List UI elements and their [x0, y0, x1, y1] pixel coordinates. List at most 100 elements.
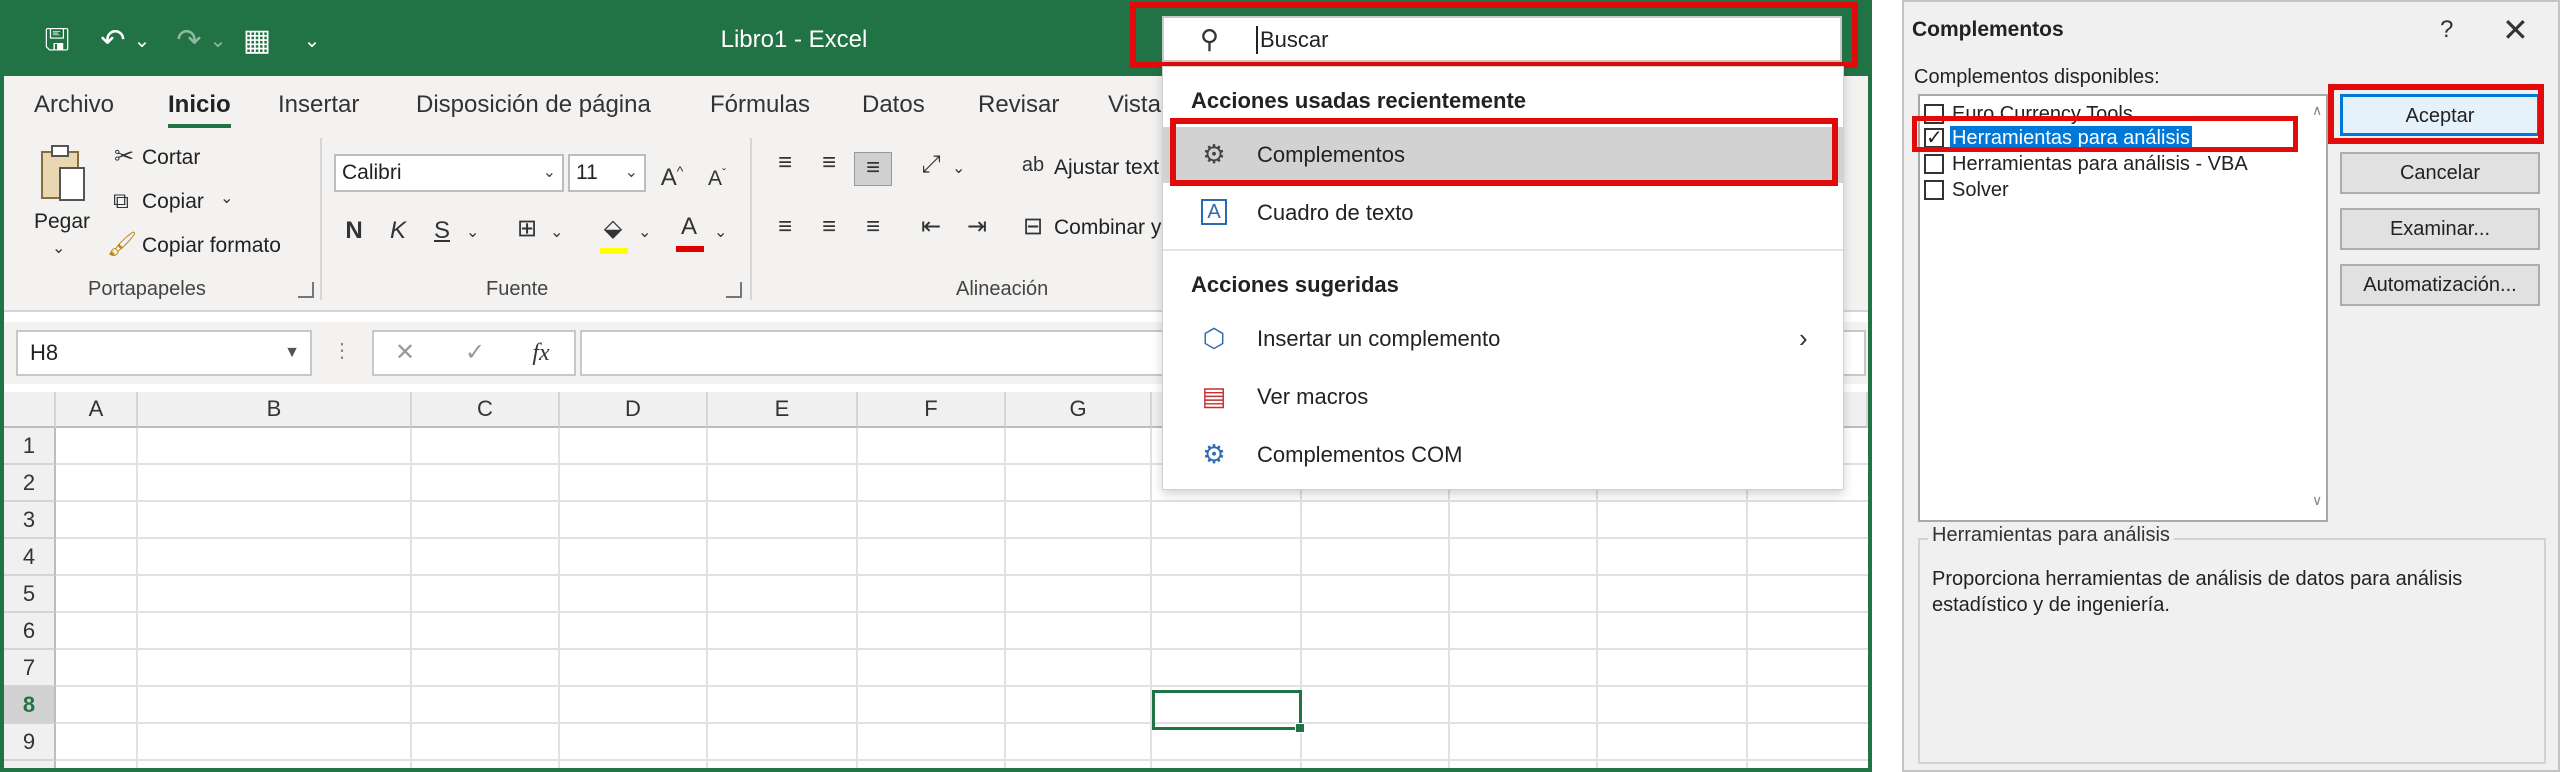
tab-inicio[interactable]: Inicio	[168, 90, 231, 128]
bold-button[interactable]: N	[338, 216, 370, 246]
row-header[interactable]: 2	[4, 465, 56, 502]
column-header[interactable]: B	[138, 392, 412, 428]
paste-dropdown-icon[interactable]: ⌄	[52, 234, 65, 264]
borders-dropdown-icon[interactable]: ⌄	[550, 218, 563, 248]
list-item-highlight-box	[1912, 116, 2298, 152]
align-middle-icon[interactable]: ≡	[812, 148, 846, 178]
tab-datos[interactable]: Datos	[862, 90, 925, 120]
copy-icon[interactable]: ⧉	[104, 186, 138, 216]
font-name-combo[interactable]: Calibri ⌄	[334, 154, 564, 192]
column-header[interactable]: G	[1006, 392, 1152, 428]
underline-button[interactable]: S	[426, 216, 458, 246]
save-icon[interactable]: 🖫	[40, 24, 74, 58]
tab-revisar[interactable]: Revisar	[978, 90, 1059, 120]
redo-dropdown-icon[interactable]: ⌄	[208, 24, 228, 58]
scroll-up-icon[interactable]: ∧	[2312, 102, 2322, 119]
column-header[interactable]: A	[56, 392, 138, 428]
wrap-text-icon[interactable]: ab	[1020, 150, 1046, 180]
browse-button[interactable]: Examinar...	[2340, 208, 2540, 250]
undo-icon[interactable]: ↶	[96, 24, 130, 58]
orientation-icon[interactable]: ⤢	[914, 150, 948, 180]
grid-line	[558, 428, 560, 768]
tab-archivo[interactable]: Archivo	[34, 90, 114, 120]
font-color-dropdown-icon[interactable]: ⌄	[714, 218, 727, 248]
search-result-insertar-complemento[interactable]: ⬡ Insertar un complemento ›	[1163, 311, 1843, 367]
scroll-down-icon[interactable]: ∨	[2312, 492, 2322, 509]
clipboard-launcher-icon[interactable]	[298, 282, 314, 298]
tab-vista[interactable]: Vista	[1108, 90, 1161, 120]
table-icon[interactable]: ▦	[240, 24, 274, 58]
decrease-indent-icon[interactable]: ⇤	[914, 212, 948, 242]
paste-button[interactable]: Pegar	[34, 208, 90, 236]
shrink-font-icon[interactable]: Aˇ	[700, 158, 734, 194]
customize-qat-icon[interactable]: ⌄	[300, 24, 324, 58]
search-result-cuadro-texto[interactable]: A Cuadro de texto	[1163, 185, 1843, 241]
copy-button[interactable]: Copiar	[142, 188, 204, 216]
column-header[interactable]: D	[560, 392, 708, 428]
paste-icon[interactable]	[38, 144, 88, 204]
row-header[interactable]: 10	[4, 761, 56, 768]
row-header[interactable]: 3	[4, 502, 56, 539]
format-painter-icon[interactable]: 🖌	[106, 230, 138, 260]
underline-dropdown-icon[interactable]: ⌄	[466, 218, 479, 248]
row-header[interactable]: 7	[4, 650, 56, 687]
row-header[interactable]: 5	[4, 576, 56, 613]
align-bottom-icon[interactable]: ≡	[854, 152, 892, 186]
column-header[interactable]: F	[858, 392, 1006, 428]
undo-dropdown-icon[interactable]: ⌄	[132, 24, 152, 58]
merge-button[interactable]: Combinar y	[1054, 214, 1161, 242]
select-all-corner[interactable]	[4, 392, 56, 428]
borders-icon[interactable]: ⊞	[510, 214, 544, 244]
enter-formula-icon[interactable]: ✓	[458, 338, 492, 368]
selected-cell-h8[interactable]	[1152, 690, 1305, 733]
tab-formulas[interactable]: Fórmulas	[710, 90, 810, 120]
row-header[interactable]: 6	[4, 613, 56, 650]
copy-dropdown-icon[interactable]: ⌄	[220, 184, 233, 214]
insert-function-icon[interactable]: fx	[524, 338, 558, 368]
list-item[interactable]: Herramientas para análisis - VBA	[1924, 152, 2300, 178]
more-icon: ⋮	[332, 340, 352, 362]
column-header[interactable]: C	[412, 392, 560, 428]
tab-disposicion[interactable]: Disposición de página	[416, 90, 651, 120]
grow-font-icon[interactable]: A^	[654, 156, 690, 193]
orientation-dropdown-icon[interactable]: ⌄	[952, 154, 965, 184]
merge-icon[interactable]: ⊟	[1016, 212, 1050, 242]
row-header[interactable]: 8	[4, 687, 56, 724]
help-icon[interactable]: ?	[2440, 16, 2453, 44]
cut-button[interactable]: Cortar	[142, 144, 200, 172]
row-header[interactable]: 9	[4, 724, 56, 761]
tab-insertar[interactable]: Insertar	[278, 90, 359, 120]
grid-line	[56, 537, 1868, 539]
redo-icon[interactable]: ↷	[172, 24, 206, 58]
name-box[interactable]: H8 ▼	[16, 330, 312, 376]
search-result-ver-macros[interactable]: ▤ Ver macros	[1163, 369, 1843, 425]
list-item[interactable]: Solver	[1924, 178, 2300, 204]
cancel-formula-icon[interactable]: ✕	[388, 338, 422, 368]
dialog-title: Complementos	[1912, 18, 2064, 41]
italic-button[interactable]: K	[382, 216, 414, 246]
fill-color-dropdown-icon[interactable]: ⌄	[638, 218, 651, 248]
row-header[interactable]: 4	[4, 539, 56, 576]
align-left-icon[interactable]: ≡	[768, 212, 802, 242]
font-color-icon[interactable]: A	[672, 212, 706, 254]
cancel-button[interactable]: Cancelar	[2340, 152, 2540, 194]
description-text: Proporciona herramientas de análisis de …	[1932, 568, 2463, 616]
addins-list[interactable]: Euro Currency Tools Herramientas para an…	[1918, 94, 2328, 522]
font-size-combo[interactable]: 11 ⌄	[568, 154, 646, 192]
automation-button[interactable]: Automatización...	[2340, 264, 2540, 306]
increase-indent-icon[interactable]: ⇥	[960, 212, 994, 242]
font-launcher-icon[interactable]	[726, 282, 742, 298]
column-header[interactable]: E	[708, 392, 858, 428]
close-icon[interactable]: ✕	[2502, 12, 2529, 48]
row-header[interactable]: 1	[4, 428, 56, 465]
align-right-icon[interactable]: ≡	[856, 212, 890, 242]
cut-icon[interactable]: ✂	[110, 142, 138, 172]
checkbox[interactable]	[1924, 180, 1944, 200]
wrap-text-button[interactable]: Ajustar text	[1054, 154, 1159, 182]
checkbox[interactable]	[1924, 154, 1944, 174]
search-result-complementos-com[interactable]: ⚙ Complementos COM	[1163, 427, 1843, 483]
format-painter-button[interactable]: Copiar formato	[142, 232, 281, 260]
align-top-icon[interactable]: ≡	[768, 148, 802, 178]
align-center-icon[interactable]: ≡	[812, 212, 846, 242]
fill-color-icon[interactable]: ⬙	[596, 214, 630, 254]
